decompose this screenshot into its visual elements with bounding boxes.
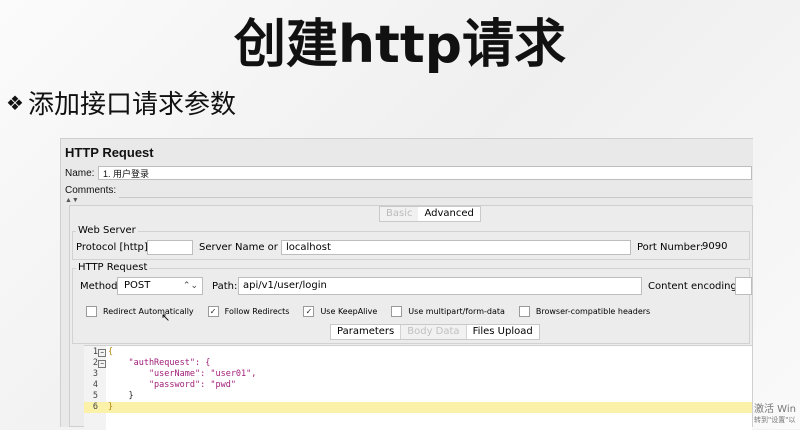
- checkbox-box: [518, 306, 530, 317]
- options-row: Redirect Automatically ✓ Follow Redirect…: [86, 306, 664, 317]
- watermark-line2: 转到"设置"以: [754, 416, 796, 424]
- use-keepalive-checkbox[interactable]: ✓ Use KeepAlive: [303, 306, 377, 317]
- tab-basic[interactable]: Basic: [380, 207, 419, 221]
- protocol-input[interactable]: [147, 240, 193, 255]
- collapse-arrows-icon[interactable]: ▲▼: [65, 197, 79, 204]
- basic-advanced-tabs: Basic Advanced: [379, 206, 481, 222]
- comments-field[interactable]: [119, 183, 752, 198]
- checkbox-label: Follow Redirects: [224, 307, 290, 316]
- checkbox-label: Use multipart/form-data: [408, 307, 505, 316]
- browser-compatible-checkbox[interactable]: Browser-compatible headers: [518, 306, 651, 317]
- redirect-automatically-checkbox[interactable]: Redirect Automatically: [86, 306, 194, 317]
- code-line: 1 − {: [92, 347, 114, 357]
- code-line-current: 6 }: [84, 402, 752, 413]
- tab-files-upload[interactable]: Files Upload: [467, 325, 539, 339]
- code-line: 3 "userName": "user01",: [92, 369, 257, 379]
- method-value: POST: [124, 280, 151, 291]
- checkbox-box: [86, 306, 97, 317]
- method-label: Method:: [80, 281, 121, 292]
- window-title: HTTP Request: [65, 145, 154, 160]
- checkbox-label: Redirect Automatically: [103, 307, 194, 316]
- web-server-label: Web Server: [76, 225, 138, 236]
- checkmark-icon: ✓: [207, 306, 219, 317]
- http-request-label: HTTP Request: [76, 262, 150, 273]
- path-label: Path:: [212, 281, 238, 292]
- fold-icon[interactable]: −: [98, 360, 106, 368]
- code-line: 5 }: [92, 391, 134, 401]
- windows-activation-watermark: 激活 Win 转到"设置"以: [754, 404, 796, 426]
- method-select[interactable]: POST ⌃⌄: [117, 277, 203, 295]
- tab-parameters[interactable]: Parameters: [331, 325, 402, 339]
- slide-title: 创建http请求: [234, 15, 566, 75]
- name-field[interactable]: 1. 用户登录: [98, 166, 752, 180]
- body-tabs: Parameters Body Data Files Upload: [330, 324, 540, 340]
- checkbox-label: Browser-compatible headers: [535, 307, 651, 316]
- protocol-label: Protocol [http]:: [76, 242, 152, 253]
- port-label: Port Number:: [637, 242, 704, 253]
- select-chevron-icon: ⌃⌄: [182, 281, 198, 291]
- server-input[interactable]: localhost: [281, 240, 631, 255]
- path-input[interactable]: api/v1/user/login: [238, 277, 642, 295]
- comments-label: Comments:: [65, 185, 117, 196]
- code-line: 4 "password": "pwd": [92, 380, 236, 390]
- tab-advanced[interactable]: Advanced: [418, 207, 479, 221]
- watermark-line1: 激活 Win: [754, 404, 796, 415]
- tab-body-data[interactable]: Body Data: [401, 325, 467, 339]
- mouse-cursor-icon: ↖: [161, 311, 171, 324]
- follow-redirects-checkbox[interactable]: ✓ Follow Redirects: [207, 306, 290, 317]
- body-data-editor[interactable]: 1 − { 2 − "authRequest": { 3 "userName":…: [84, 345, 752, 430]
- diamond-bullet-icon: ❖: [6, 90, 24, 115]
- port-input[interactable]: 9090: [698, 240, 750, 255]
- checkmark-icon: ✓: [303, 306, 315, 317]
- encoding-label: Content encoding:: [648, 281, 741, 292]
- checkbox-label: Use KeepAlive: [320, 307, 378, 316]
- encoding-input[interactable]: [735, 277, 752, 295]
- name-label: Name:: [65, 168, 95, 179]
- code-line: 2 − "authRequest": {: [92, 358, 211, 368]
- server-label: Server Name or IP:: [199, 242, 294, 253]
- fold-icon[interactable]: −: [98, 349, 106, 357]
- bullet-text: 添加接口请求参数: [27, 90, 236, 120]
- checkbox-box: [391, 306, 403, 317]
- multipart-checkbox[interactable]: Use multipart/form-data: [391, 306, 505, 317]
- slide-bullet: ❖ 添加接口请求参数: [6, 84, 236, 121]
